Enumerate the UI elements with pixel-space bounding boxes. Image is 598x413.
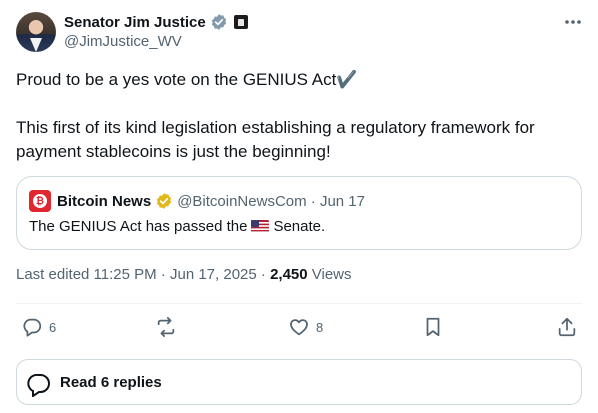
bookmark-button[interactable]: [422, 316, 444, 338]
like-count: 8: [316, 319, 324, 335]
author-avatar[interactable]: [16, 12, 56, 52]
author-display-name[interactable]: Senator Jim Justice: [64, 14, 206, 31]
read-replies-label: Read 6 replies: [60, 374, 162, 391]
views-count: 2,450: [270, 266, 308, 283]
author-handle[interactable]: @JimJustice_WV: [64, 33, 182, 50]
bitcoin-logo-icon[interactable]: ₿: [29, 190, 51, 212]
edited-timestamp[interactable]: Last edited 11:25 PM · Jun 17, 2025 ·: [16, 266, 270, 283]
us-flag-icon: [251, 220, 270, 233]
post: Senator Jim Justice @JimJustice_WV Proud…: [0, 0, 598, 413]
share-icon: [558, 317, 576, 337]
quoted-text-end: Senate.: [273, 218, 326, 235]
reply-icon: [23, 318, 42, 337]
reply-button[interactable]: 6: [21, 316, 56, 338]
share-button[interactable]: [556, 316, 578, 338]
more-options-button[interactable]: [562, 12, 584, 32]
author-name-row: Senator Jim Justice: [64, 12, 248, 32]
bookmark-icon: [426, 317, 440, 337]
quoted-handle-date: @BitcoinNewsCom · Jun 17: [177, 192, 365, 210]
quoted-text-start: The GENIUS Act has passed the: [29, 218, 248, 235]
views-label: Views: [307, 266, 352, 283]
heart-icon: [290, 319, 308, 336]
post-text-line-2: This first of its kind legislation estab…: [16, 118, 535, 161]
quoted-post-text: The GENIUS Act has passed the Senate.: [29, 218, 325, 235]
capitol-building-icon[interactable]: [233, 15, 248, 29]
quoted-post[interactable]: ₿ Bitcoin News @BitcoinNewsCom · Jun 17 …: [16, 176, 582, 250]
verified-badge-icon: [211, 14, 226, 30]
post-metadata: Last edited 11:25 PM · Jun 17, 2025 · 2,…: [16, 266, 352, 283]
reply-bubble-icon: [27, 373, 50, 397]
like-button[interactable]: 8: [288, 316, 323, 338]
post-text-line-1: Proud to be a yes vote on the GENIUS Act…: [16, 70, 358, 89]
quoted-post-header: ₿ Bitcoin News @BitcoinNewsCom · Jun 17: [29, 190, 365, 212]
reply-count: 6: [49, 319, 57, 335]
read-replies-button[interactable]: Read 6 replies: [16, 359, 582, 405]
repost-button[interactable]: [155, 316, 177, 338]
repost-icon: [157, 316, 175, 338]
gold-verified-badge-icon: [157, 193, 172, 209]
quoted-author-name[interactable]: Bitcoin News: [57, 193, 151, 210]
divider: [16, 303, 582, 304]
more-dots-icon: [565, 20, 581, 24]
